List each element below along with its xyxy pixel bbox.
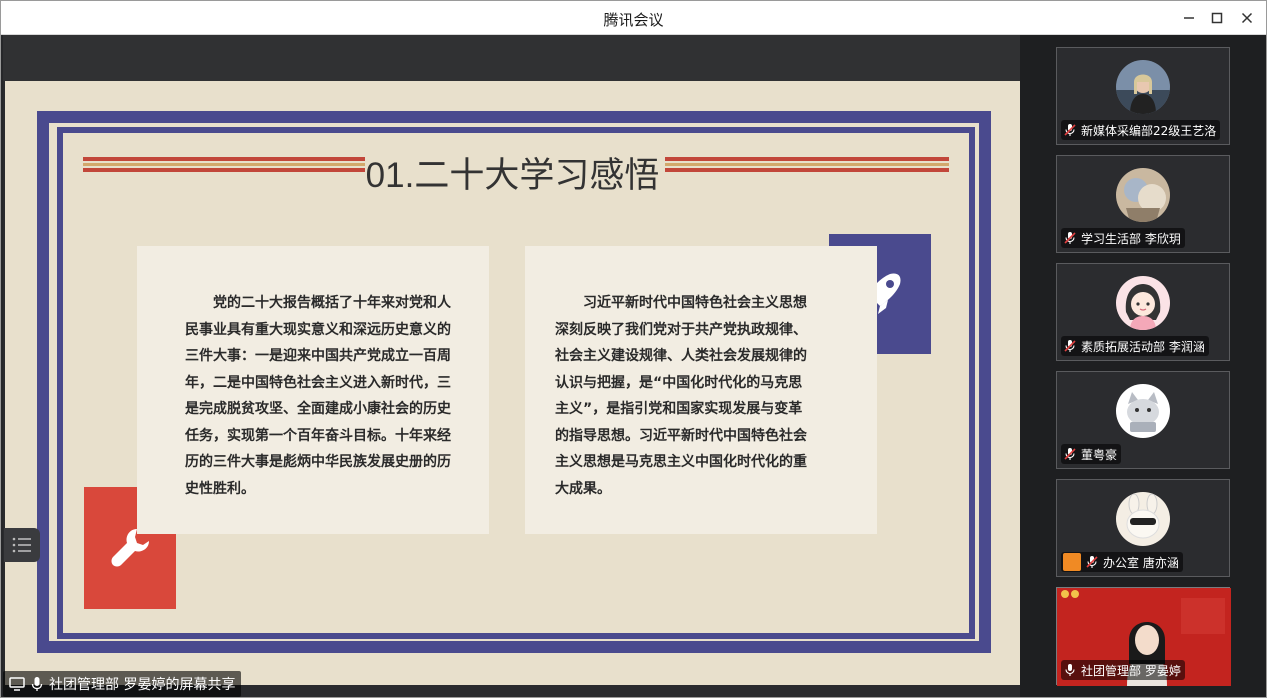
mic-icon [31, 677, 43, 691]
maximize-icon [1211, 12, 1223, 24]
minimize-icon [1184, 17, 1194, 19]
user-badge-icon [1063, 553, 1081, 571]
participant-tile-video[interactable]: 社团管理部 罗晏婷 [1056, 587, 1231, 686]
mic-muted-icon [1064, 340, 1076, 352]
participant-name: 董粤豪 [1081, 447, 1118, 462]
participant-label: 董粤豪 [1061, 444, 1122, 464]
participant-avatar [1116, 384, 1170, 438]
participant-label: 学习生活部 李欣玥 [1061, 228, 1185, 248]
participant-label: 素质拓展活动部 李润涵 [1061, 336, 1209, 356]
participant-name: 办公室 唐亦涵 [1103, 555, 1179, 570]
mic-icon [1065, 664, 1075, 676]
participant-avatar [1116, 60, 1170, 114]
participant-name: 社团管理部 罗晏婷 [1081, 663, 1181, 678]
share-top-band [3, 35, 1020, 81]
list-icon [12, 537, 31, 553]
participant-label: 社团管理部 罗晏婷 [1061, 660, 1185, 680]
participant-avatar [1116, 276, 1170, 330]
screen-share-icon [9, 677, 25, 691]
meeting-window: 腾讯会议 01.二十大学习感悟 党的二十大报告概括了十年来对党和人民事业具有重大… [0, 0, 1267, 698]
participant-name: 素质拓展活动部 李润涵 [1081, 339, 1205, 354]
mic-muted-icon [1064, 448, 1076, 460]
participant-name: 学习生活部 李欣玥 [1081, 231, 1181, 246]
right-card-text: 习近平新时代中国特色社会主义思想深刻反映了我们党对于共产党执政规律、社会主义建设… [555, 295, 807, 497]
participant-label: 新媒体采编部22级王艺洛 [1061, 120, 1221, 140]
minimize-button[interactable] [1176, 7, 1202, 29]
presentation-slide: 01.二十大学习感悟 党的二十大报告概括了十年来对党和人民事业具有重大现实意义和… [5, 81, 1020, 685]
toc-toggle-button[interactable] [4, 528, 40, 562]
participant-label: 办公室 唐亦涵 [1061, 552, 1183, 572]
participant-tile[interactable]: 办公室 唐亦涵 [1056, 479, 1230, 577]
participant-tile[interactable]: 董粤豪 [1056, 371, 1230, 469]
participant-avatar [1116, 492, 1170, 546]
close-button[interactable] [1234, 7, 1260, 29]
close-icon [1241, 12, 1253, 24]
screen-share-area[interactable]: 01.二十大学习感悟 党的二十大报告概括了十年来对党和人民事业具有重大现实意义和… [3, 35, 1020, 697]
mic-muted-icon [1064, 124, 1076, 136]
left-card-text: 党的二十大报告概括了十年来对党和人民事业具有重大现实意义和深远历史意义的三件大事… [185, 295, 451, 497]
participant-tile[interactable]: 素质拓展活动部 李润涵 [1056, 263, 1230, 361]
presenter-name: 社团管理部 罗晏婷的屏幕共享 [49, 677, 236, 693]
mic-muted-icon [1086, 556, 1098, 568]
title-bar: 腾讯会议 [1, 1, 1266, 35]
slide-title: 01.二十大学习感悟 [365, 156, 660, 195]
participant-avatar [1116, 168, 1170, 222]
participants-panel: 新媒体采编部22级王艺洛 学习生活部 李欣玥 素质拓展活动部 李润涵 董粤豪 办… [1020, 35, 1266, 697]
left-text-card: 党的二十大报告概括了十年来对党和人民事业具有重大现实意义和深远历史意义的三件大事… [137, 246, 489, 534]
mic-muted-icon [1064, 232, 1076, 244]
right-text-card: 习近平新时代中国特色社会主义思想深刻反映了我们党对于共产党执政规律、社会主义建设… [525, 246, 877, 534]
window-title: 腾讯会议 [603, 11, 664, 29]
participant-tile[interactable]: 学习生活部 李欣玥 [1056, 155, 1230, 253]
participant-tile[interactable]: 新媒体采编部22级王艺洛 [1056, 47, 1230, 145]
maximize-button[interactable] [1204, 7, 1230, 29]
presenter-label: 社团管理部 罗晏婷的屏幕共享 [3, 671, 242, 697]
participant-name: 新媒体采编部22级王艺洛 [1081, 123, 1217, 138]
